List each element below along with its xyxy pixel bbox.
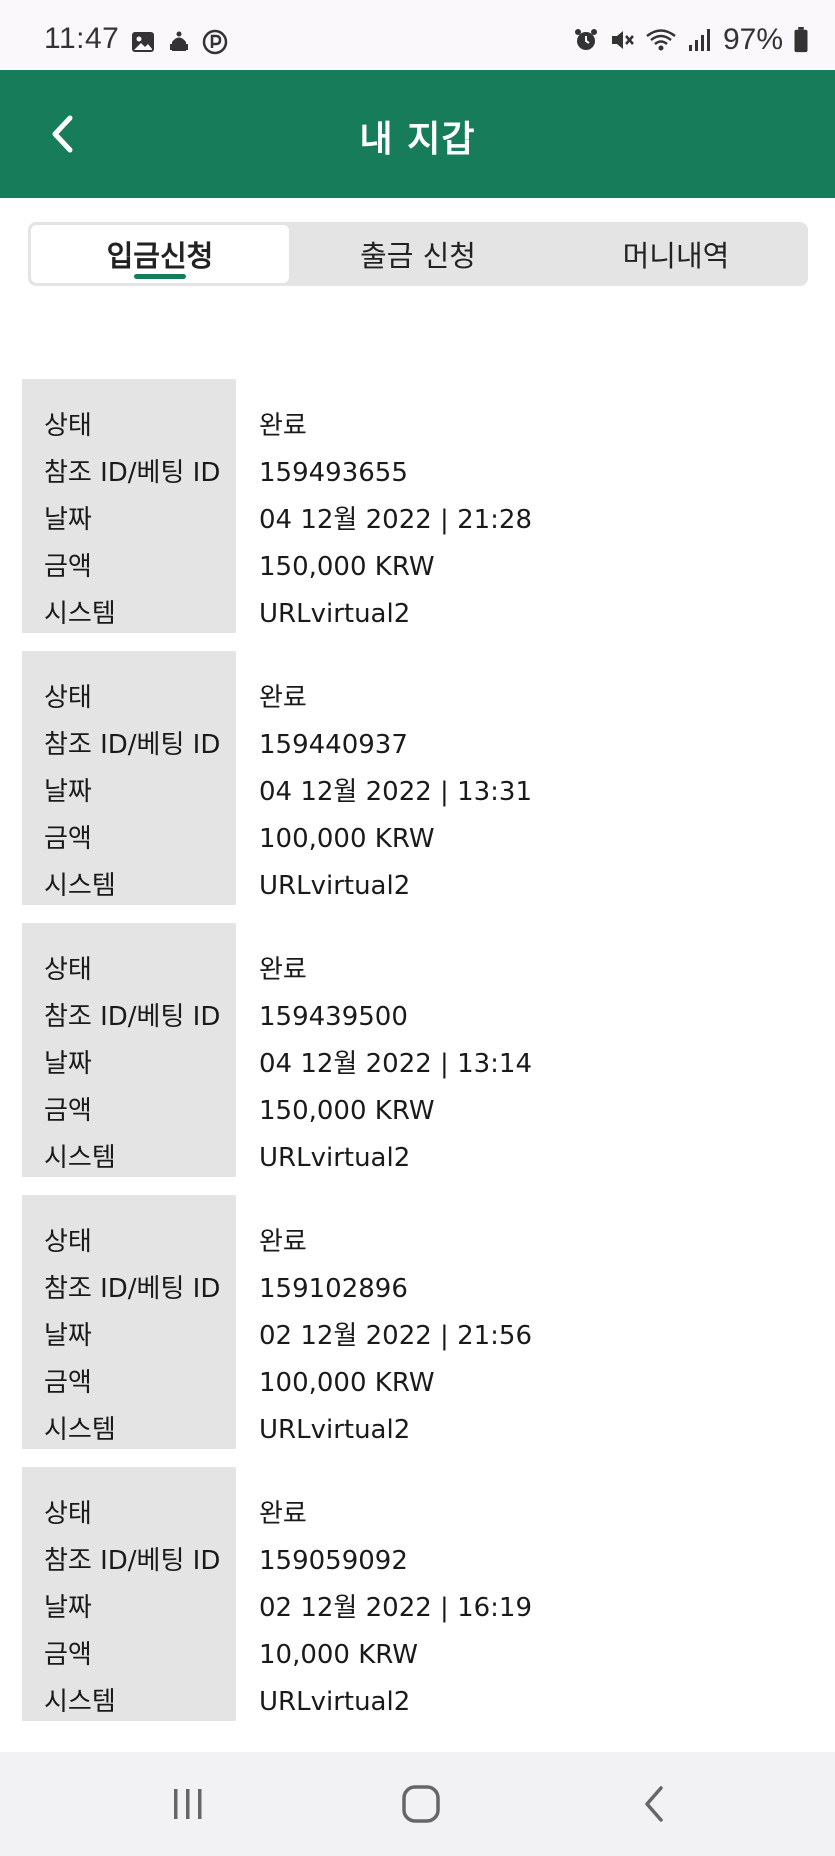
wifi-icon: [646, 29, 676, 51]
date-value: 04 12월 2022 | 13:31: [259, 777, 533, 807]
system-back-button[interactable]: [614, 1774, 694, 1834]
amount-value: 100,000 KRW: [259, 1368, 435, 1398]
ref-id-label: 참조 ID/베팅 ID: [44, 1002, 221, 1032]
system-value: URLvirtual2: [259, 1415, 411, 1445]
status-value: 완료: [259, 411, 307, 441]
battery-icon: [794, 27, 808, 53]
deposit-record: 상태 참조 ID/베팅 ID 날짜 금액 시스템 완료 159493655 04…: [22, 379, 812, 633]
record-values: 완료 159102896 02 12월 2022 | 21:56 100,000…: [236, 1195, 812, 1449]
date-value: 04 12월 2022 | 13:14: [259, 1049, 533, 1079]
system-label: 시스템: [44, 1143, 116, 1173]
image-icon: [132, 32, 154, 52]
record-values: 완료 159440937 04 12월 2022 | 13:31 100,000…: [236, 651, 812, 905]
amount-label: 금액: [44, 1640, 92, 1670]
ref-id-value: 159493655: [259, 458, 408, 488]
amount-label: 금액: [44, 1368, 92, 1398]
deposit-record: 상태 참조 ID/베팅 ID 날짜 금액 시스템 완료 159439500 04…: [22, 923, 812, 1177]
wallet-tabs: 입금신청 출금 신청 머니내역: [28, 222, 808, 286]
android-icon: [170, 31, 188, 51]
ref-id-label: 참조 ID/베팅 ID: [44, 458, 221, 488]
active-tab-indicator: [134, 274, 186, 279]
status-label: 상태: [44, 1227, 92, 1257]
status-label: 상태: [44, 955, 92, 985]
ref-id-value: 159440937: [259, 730, 408, 760]
page-title: 내 지갑: [359, 119, 476, 160]
system-value: URLvirtual2: [259, 1687, 411, 1717]
date-value: 02 12월 2022 | 16:19: [259, 1593, 533, 1623]
recent-apps-icon: [174, 1789, 202, 1819]
date-value: 04 12월 2022 | 21:28: [259, 505, 533, 535]
status-label: 상태: [44, 683, 92, 713]
system-label: 시스템: [44, 1687, 116, 1717]
deposit-records-list: 상태 참조 ID/베팅 ID 날짜 금액 시스템 완료 159493655 04…: [22, 379, 812, 1739]
system-value: URLvirtual2: [259, 1143, 411, 1173]
home-button[interactable]: [381, 1774, 461, 1834]
amount-value: 150,000 KRW: [259, 1096, 435, 1126]
alarm-icon: [574, 29, 597, 50]
tab-label: 출금 신청: [360, 239, 476, 273]
status-value: 완료: [259, 955, 307, 985]
status-bar: 11:47 97%: [0, 0, 835, 70]
ref-id-value: 159439500: [259, 1002, 408, 1032]
date-value: 02 12월 2022 | 21:56: [259, 1321, 533, 1351]
tab-label: 입금신청: [106, 239, 214, 273]
system-value: URLvirtual2: [259, 599, 411, 629]
record-values: 완료 159439500 04 12월 2022 | 13:14 150,000…: [236, 923, 812, 1177]
amount-value: 100,000 KRW: [259, 824, 435, 854]
amount-label: 금액: [44, 1096, 92, 1126]
tab-money-history[interactable]: 머니내역: [547, 225, 805, 283]
status-notification-icons: [130, 27, 228, 57]
date-label: 날짜: [44, 1321, 92, 1351]
ref-id-label: 참조 ID/베팅 ID: [44, 1274, 221, 1304]
ref-id-value: 159059092: [259, 1546, 408, 1576]
amount-value: 10,000 KRW: [259, 1640, 419, 1670]
deposit-record: 상태 참조 ID/베팅 ID 날짜 금액 시스템 완료 159059092 02…: [22, 1467, 812, 1721]
amount-label: 금액: [44, 552, 92, 582]
system-label: 시스템: [44, 1415, 116, 1445]
ref-id-label: 참조 ID/베팅 ID: [44, 1546, 221, 1576]
back-icon: [645, 1786, 663, 1822]
date-label: 날짜: [44, 1593, 92, 1623]
system-label: 시스템: [44, 871, 116, 901]
status-label: 상태: [44, 411, 92, 441]
battery-percent: 97%: [722, 23, 783, 56]
status-time: 11:47: [44, 22, 120, 55]
app-header: 내 지갑: [0, 70, 835, 198]
status-value: 완료: [259, 683, 307, 713]
status-value: 완료: [259, 1499, 307, 1529]
record-labels: 상태 참조 ID/베팅 ID 날짜 금액 시스템: [22, 1195, 236, 1449]
tab-withdraw-request[interactable]: 출금 신청: [289, 225, 547, 283]
parking-icon: [202, 29, 228, 55]
tab-deposit-request[interactable]: 입금신청: [31, 225, 289, 283]
signal-icon: [688, 29, 710, 51]
status-value: 완료: [259, 1227, 307, 1257]
record-values: 완료 159493655 04 12월 2022 | 21:28 150,000…: [236, 379, 812, 633]
date-label: 날짜: [44, 1049, 92, 1079]
record-values: 완료 159059092 02 12월 2022 | 16:19 10,000 …: [236, 1467, 812, 1721]
deposit-record: 상태 참조 ID/베팅 ID 날짜 금액 시스템 완료 159440937 04…: [22, 651, 812, 905]
amount-label: 금액: [44, 824, 92, 854]
record-labels: 상태 참조 ID/베팅 ID 날짜 금액 시스템: [22, 923, 236, 1177]
date-label: 날짜: [44, 505, 92, 535]
status-label: 상태: [44, 1499, 92, 1529]
system-value: URLvirtual2: [259, 871, 411, 901]
ref-id-value: 159102896: [259, 1274, 408, 1304]
ref-id-label: 참조 ID/베팅 ID: [44, 730, 221, 760]
record-labels: 상태 참조 ID/베팅 ID 날짜 금액 시스템: [22, 379, 236, 633]
tab-label: 머니내역: [622, 239, 730, 273]
deposit-record: 상태 참조 ID/베팅 ID 날짜 금액 시스템 완료 159102896 02…: [22, 1195, 812, 1449]
system-label: 시스템: [44, 599, 116, 629]
status-system-icons: 97%: [573, 23, 809, 56]
date-label: 날짜: [44, 777, 92, 807]
recent-apps-button[interactable]: [148, 1774, 228, 1834]
home-icon: [402, 1785, 440, 1823]
system-navigation-bar: [0, 1752, 835, 1856]
record-labels: 상태 참조 ID/베팅 ID 날짜 금액 시스템: [22, 1467, 236, 1721]
amount-value: 150,000 KRW: [259, 552, 435, 582]
mute-icon: [611, 31, 634, 49]
record-labels: 상태 참조 ID/베팅 ID 날짜 금액 시스템: [22, 651, 236, 905]
